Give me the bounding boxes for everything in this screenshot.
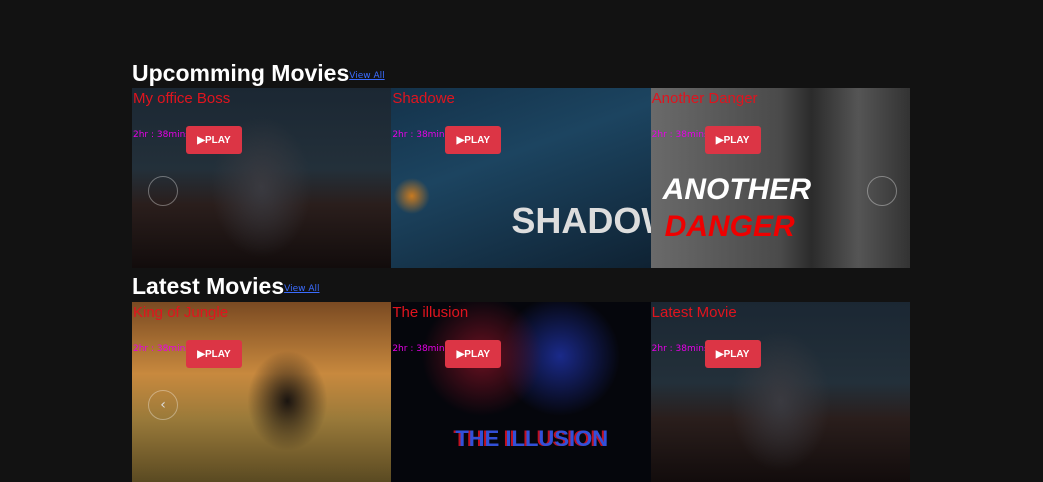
poster-image <box>650 302 910 482</box>
carousel-prev-button[interactable] <box>148 176 178 206</box>
movie-title: My office Boss <box>133 90 231 107</box>
play-button[interactable]: ▶PLAY <box>186 340 242 368</box>
play-button[interactable]: ▶PLAY <box>704 340 761 368</box>
play-button[interactable]: ▶PLAY <box>704 126 761 154</box>
poster-text: ANOTHER <box>662 173 811 206</box>
poster-text: THE ILLUSION <box>455 426 609 451</box>
movie-duration: 2hr : 38mins <box>651 130 709 140</box>
poster-text: DANGER <box>664 210 795 243</box>
play-button[interactable]: ▶PLAY <box>186 126 242 154</box>
movie-title: King of Jungle <box>133 304 229 321</box>
poster-image <box>391 302 651 482</box>
movie-card[interactable]: ANOTHER DANGER Another Danger 2hr : 38mi… <box>650 88 910 268</box>
movie-title: Shadowe <box>392 90 455 107</box>
view-all-link[interactable]: View All <box>284 284 319 294</box>
movie-duration: 2hr : 38mins <box>133 130 190 140</box>
movie-card[interactable]: King of Jungle 2hr : 38mins ▶PLAY ‹ <box>132 302 392 482</box>
movie-title: The illusion <box>392 304 469 321</box>
movie-title: Latest Movie <box>651 304 737 321</box>
movie-duration: 2hr : 38mins <box>133 344 190 354</box>
section-title: Latest Movies <box>132 273 285 299</box>
movie-card[interactable]: Latest Movie 2hr : 38mins ▶PLAY <box>650 302 910 482</box>
latest-section: Latest Movies View All King of Jungle 2hr… <box>132 270 910 482</box>
play-button[interactable]: ▶PLAY <box>445 340 502 368</box>
poster-text: SHADOWE <box>511 200 650 241</box>
movie-duration: 2hr : 38mins <box>392 344 450 354</box>
view-all-link[interactable]: View All <box>349 71 384 81</box>
movie-title: Another Danger <box>651 90 758 107</box>
chevron-left-icon: ‹ <box>160 397 166 413</box>
movie-duration: 2hr : 38mins <box>392 130 450 140</box>
movie-card[interactable]: My office Boss 2hr : 38mins ▶PLAY <box>132 88 392 268</box>
carousel-next-button[interactable] <box>866 176 897 206</box>
play-button[interactable]: ▶PLAY <box>445 126 502 154</box>
section-title: Upcomming Movies <box>132 60 350 86</box>
upcoming-section: Upcomming Movies View All My office Boss … <box>132 57 910 268</box>
movie-duration: 2hr : 38mins <box>651 344 709 354</box>
movie-card[interactable]: SHADOWE Shadowe 2hr : 38mins ▶PLAY <box>391 88 651 268</box>
carousel-prev-button[interactable]: ‹ <box>148 390 178 420</box>
movie-card[interactable]: THE ILLUSION The illusion 2hr : 38mins ▶… <box>391 302 651 482</box>
